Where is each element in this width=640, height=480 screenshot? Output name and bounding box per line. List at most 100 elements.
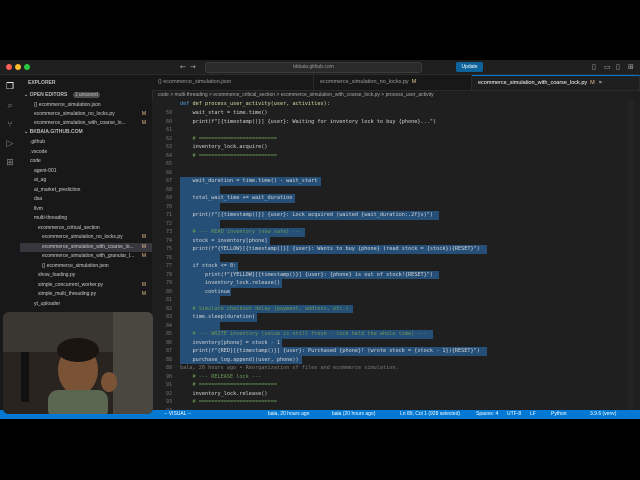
explorer-icon[interactable]: ❐: [4, 81, 16, 93]
modified-marker: M: [141, 234, 146, 240]
tree-item[interactable]: ecommerce_simulation_no_locks.py M: [20, 233, 152, 242]
code-line[interactable]: purchase_log.append((user, phone)): [180, 356, 298, 365]
tree-item[interactable]: llvm: [20, 205, 152, 214]
toggle-sidebar-icon[interactable]: ▯: [592, 63, 596, 71]
toggle-secondary-sidebar-icon[interactable]: ▯: [616, 63, 620, 71]
open-editors-header[interactable]: ⌄ OPEN EDITORS 1 unsaved: [24, 91, 156, 100]
zoom-window-button[interactable]: [24, 64, 30, 70]
tab-label: ecommerce_simulation_with_coarse_lock.py: [478, 80, 588, 86]
update-button[interactable]: Update: [456, 62, 483, 72]
editor-tab[interactable]: ecommerce_simulation_no_locks.py M: [314, 75, 472, 90]
tree-item[interactable]: simple_concurrent_worker.py M: [20, 281, 152, 290]
code-line[interactable]: bala, 20 hours ago • Reorganization of f…: [180, 364, 399, 373]
code-line[interactable]: print(f"{RED}[{timestamp()}] {user}: Pur…: [180, 347, 479, 356]
minimize-window-button[interactable]: [15, 64, 21, 70]
tree-item-label: multi-threading: [34, 215, 68, 221]
line-number: 63: [165, 144, 172, 150]
open-editor-item[interactable]: {} ecommerce_simulation.json: [20, 101, 152, 110]
code-line[interactable]: inventory_lock.acquire(): [180, 143, 267, 152]
back-arrow-icon[interactable]: ←: [180, 63, 186, 71]
tree-item[interactable]: ecommerce_simulation_with_granular_l... M: [20, 252, 152, 261]
repo-header[interactable]: ⌄ BKBAIA.GITHUB.COM: [24, 128, 156, 137]
tree-item[interactable]: show_loading.py: [20, 271, 152, 280]
editor-tab[interactable]: ecommerce_simulation_with_coarse_lock.py…: [472, 75, 640, 90]
code-line[interactable]: inventory[phone] = stock - 1: [180, 339, 279, 348]
git-blame[interactable]: bala (20 hours ago): [332, 410, 375, 419]
line-number: 78: [165, 271, 172, 278]
line-number: 66: [165, 169, 172, 176]
line-number: 81: [165, 297, 172, 303]
python-interpreter[interactable]: 3.9.6 (venv): [590, 410, 616, 419]
code-line[interactable]: print(f"[{timestamp()}] {user}: Waiting …: [180, 118, 436, 127]
line-number: 73: [165, 229, 172, 235]
forward-arrow-icon[interactable]: →: [190, 63, 196, 71]
code-line[interactable]: if stock <= 0:: [180, 262, 236, 271]
tree-item[interactable]: ai_market_prediction: [20, 186, 152, 195]
code-line[interactable]: # --- READ inventory (now safe) ---: [180, 228, 301, 237]
tree-item[interactable]: ecommerce_simulation_with_coarse_lo... M: [20, 242, 152, 252]
code-editor[interactable]: def def process_user_activity(user, acti…: [152, 100, 640, 419]
tree-item[interactable]: yt_uploader: [20, 300, 152, 309]
code-line[interactable]: print(f"{YELLOW}[{timestamp()}] {user}: …: [180, 245, 479, 254]
code-line[interactable]: # =========================: [180, 152, 276, 161]
line-number: 69: [165, 195, 172, 201]
code-line[interactable]: wait_duration = time.time() - wait_start: [180, 177, 317, 186]
close-tab-icon[interactable]: ×: [599, 80, 602, 86]
tree-item[interactable]: code: [20, 157, 152, 166]
unsaved-badge: 1 unsaved: [72, 92, 100, 98]
tree-item-label: .vscode: [30, 148, 48, 155]
git-author[interactable]: bala, 20 hours ago: [268, 410, 309, 419]
selection-highlight: [180, 296, 220, 305]
encoding[interactable]: UTF-8: [507, 410, 521, 419]
code-line[interactable]: # --- RELEASE lock ---: [180, 373, 261, 382]
vim-mode: -- VISUAL --: [164, 411, 192, 417]
cursor-position[interactable]: Ln 89, Col 1 (928 selected): [400, 410, 460, 419]
search-icon[interactable]: ⌕: [4, 100, 16, 112]
tree-item-label: yt_uploader: [34, 300, 61, 307]
tree-item[interactable]: ecommerce_critical_section: [20, 224, 152, 233]
command-center-search[interactable]: bkbaia.github.com: [205, 62, 422, 73]
code-line[interactable]: inventory_lock.release(): [180, 390, 267, 399]
line-number: 91: [165, 382, 172, 388]
open-editor-item[interactable]: ecommerce_simulation_no_locks.py M: [20, 110, 152, 119]
indentation[interactable]: Spaces: 4: [476, 410, 498, 419]
run-debug-icon[interactable]: ▷: [4, 138, 16, 150]
line-number: 60: [165, 118, 172, 125]
tree-item[interactable]: ai_ag: [20, 176, 152, 185]
code-line[interactable]: print(f"{YELLOW}[{timestamp()}] {user}: …: [180, 271, 433, 280]
breadcrumb[interactable]: code > multi-threading > ecommerce_criti…: [152, 91, 640, 100]
line-ending[interactable]: LF: [530, 410, 536, 419]
layout-icon[interactable]: ⊞: [628, 63, 634, 71]
code-line[interactable]: # =========================: [180, 135, 276, 144]
code-line[interactable]: inventory_lock.release(): [180, 279, 280, 288]
tree-item[interactable]: simple_multi_threading.py M: [20, 290, 152, 299]
toggle-panel-icon[interactable]: ▭: [604, 63, 611, 71]
editor-tabs: {} ecommerce_simulation.json ecommerce_si…: [152, 75, 640, 91]
code-line[interactable]: wait_start = time.time(): [180, 109, 267, 118]
open-editor-item[interactable]: ecommerce_simulation_with_coarse_lo... M: [20, 119, 152, 128]
code-line[interactable]: # --- WRITE inventory (value is still fr…: [180, 330, 426, 339]
code-line[interactable]: stock = inventory[phone]: [180, 237, 267, 246]
tree-item[interactable]: .github: [20, 138, 152, 147]
tree-item[interactable]: multi-threading: [20, 214, 152, 223]
code-line[interactable]: time.sleep(duration): [180, 313, 254, 322]
code-line[interactable]: print(f"[{timestamp()}] {user}: Lock acq…: [180, 211, 433, 220]
close-window-button[interactable]: [6, 64, 12, 70]
tree-item[interactable]: dsa: [20, 195, 152, 204]
code-line[interactable]: # =========================: [180, 398, 276, 407]
tree-item[interactable]: {} ecommerce_simulation.json: [20, 262, 152, 271]
code-line[interactable]: # Simulate checkout delay (payment, addr…: [180, 305, 348, 314]
code-line[interactable]: # =========================: [180, 381, 276, 390]
tree-item-label: ai_market_prediction: [34, 186, 81, 193]
code-line[interactable]: continue: [180, 288, 230, 297]
explorer-header: EXPLORER: [28, 80, 56, 86]
minimap-scrollbar[interactable]: [628, 100, 634, 410]
tree-item[interactable]: agent-001: [20, 167, 152, 176]
source-control-icon[interactable]: ⑂: [4, 119, 16, 131]
modified-marker: M: [141, 243, 146, 250]
language-mode[interactable]: Python: [551, 410, 567, 419]
tree-item[interactable]: .vscode: [20, 148, 152, 157]
extensions-icon[interactable]: ⊞: [4, 157, 16, 169]
code-line[interactable]: total_wait_time += wait_duration: [180, 194, 292, 203]
editor-tab[interactable]: {} ecommerce_simulation.json: [152, 75, 314, 90]
